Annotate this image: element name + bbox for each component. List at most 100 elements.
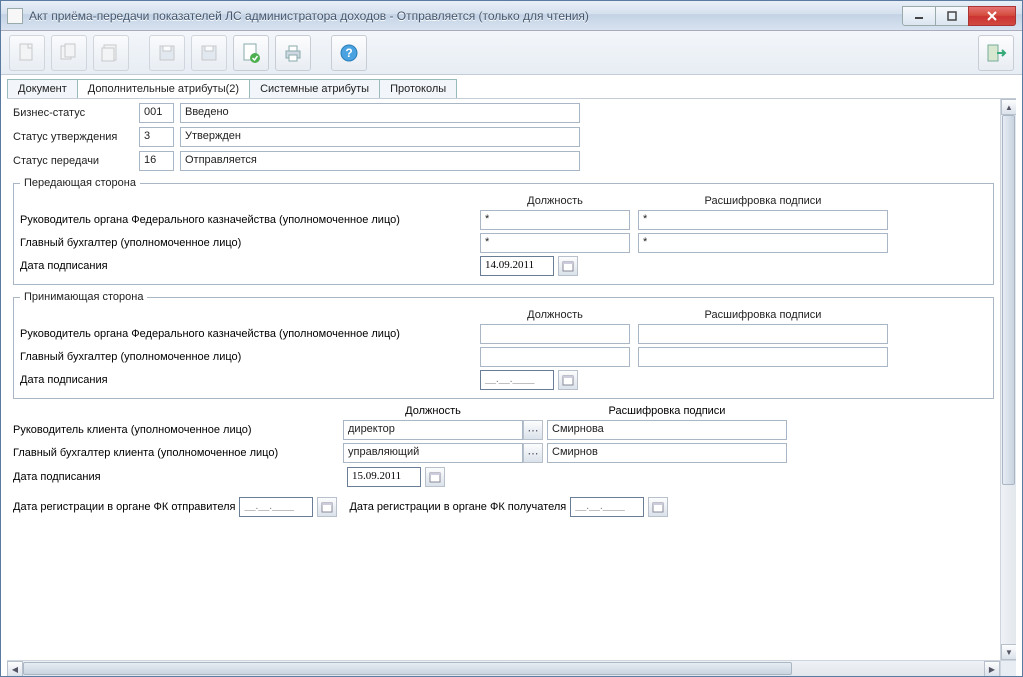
toolbar-save-close-button[interactable] <box>191 35 227 71</box>
horizontal-scroll-thumb[interactable] <box>23 662 792 675</box>
close-button[interactable] <box>968 6 1016 26</box>
minimize-button[interactable] <box>902 6 936 26</box>
transfer-status-row: Статус передачи 16 Отправляется <box>13 151 994 171</box>
help-icon: ? <box>339 43 359 63</box>
svg-text:?: ? <box>345 46 352 60</box>
receiver-head-label: Руководитель органа Федерального казначе… <box>20 328 480 340</box>
position-header-3: Должность <box>343 405 523 417</box>
client-sign-date[interactable]: 15.09.2011 <box>347 467 421 487</box>
scroll-corner <box>1000 660 1016 676</box>
tab-additional-attributes[interactable]: Дополнительные атрибуты(2) <box>77 79 250 98</box>
registration-row: Дата регистрации в органе ФК отправителя… <box>13 497 994 517</box>
sender-accountant-position[interactable]: * <box>480 233 630 253</box>
business-status-label: Бизнес-статус <box>13 107 133 119</box>
window: Акт приёма-передачи показателей ЛС админ… <box>0 0 1023 677</box>
sender-head-label: Руководитель органа Федерального казначе… <box>20 214 480 226</box>
receiver-legend: Принимающая сторона <box>20 291 147 303</box>
reg-receiver-date[interactable]: __.__.____ <box>570 497 644 517</box>
approval-status-label: Статус утверждения <box>13 131 133 143</box>
minimize-icon <box>914 11 924 21</box>
sender-accountant-signature[interactable]: * <box>638 233 888 253</box>
receiver-sign-date[interactable]: __.__.____ <box>480 370 554 390</box>
sender-sign-date-picker[interactable] <box>558 256 578 276</box>
tab-system-attributes[interactable]: Системные атрибуты <box>249 79 380 98</box>
calendar-icon <box>562 260 574 272</box>
window-controls <box>903 6 1016 26</box>
toolbar-help-button[interactable]: ? <box>331 35 367 71</box>
document-icon <box>7 8 23 24</box>
client-accountant-lookup-button[interactable]: ⋯ <box>523 443 543 463</box>
client-head-label: Руководитель клиента (уполномоченное лиц… <box>13 424 343 436</box>
receiver-group: Принимающая сторона Должность Расшифровк… <box>13 291 994 399</box>
receiver-accountant-position[interactable] <box>480 347 630 367</box>
reg-sender-label: Дата регистрации в органе ФК отправителя <box>13 501 235 513</box>
toolbar-check-button[interactable] <box>233 35 269 71</box>
horizontal-scrollbar[interactable]: ◀ ▶ <box>7 660 1000 676</box>
client-accountant-position[interactable]: управляющий <box>343 443 523 463</box>
maximize-button[interactable] <box>935 6 969 26</box>
receiver-sign-date-label: Дата подписания <box>20 374 480 386</box>
maximize-icon <box>947 11 957 21</box>
toolbar-print-button[interactable] <box>275 35 311 71</box>
vertical-scrollbar[interactable]: ▲ ▼ <box>1000 99 1016 660</box>
position-header: Должность <box>480 195 630 207</box>
sender-group: Передающая сторона Должность Расшифровка… <box>13 177 994 285</box>
reg-receiver-date-picker[interactable] <box>648 497 668 517</box>
page-icon <box>17 42 37 64</box>
client-sign-date-row: Дата подписания 15.09.2011 <box>13 467 994 487</box>
calendar-icon <box>562 374 574 386</box>
client-head-signature[interactable]: Смирнова <box>547 420 787 440</box>
sender-sign-date[interactable]: 14.09.2011 <box>480 256 554 276</box>
titlebar: Акт приёма-передачи показателей ЛС админ… <box>1 1 1022 31</box>
tab-strip: Документ Дополнительные атрибуты(2) Сист… <box>1 75 1022 98</box>
sender-sign-date-label: Дата подписания <box>20 260 480 272</box>
client-accountant-signature[interactable]: Смирнов <box>547 443 787 463</box>
reg-sender-date[interactable]: __.__.____ <box>239 497 313 517</box>
approval-status-code[interactable]: 3 <box>139 127 174 147</box>
sender-legend: Передающая сторона <box>20 177 140 189</box>
printer-icon <box>282 43 304 63</box>
sender-head-position[interactable]: * <box>480 210 630 230</box>
transfer-status-label: Статус передачи <box>13 155 133 167</box>
content-area: Бизнес-статус 001 Введено Статус утвержд… <box>7 98 1016 676</box>
receiver-accountant-label: Главный бухгалтер (уполномоченное лицо) <box>20 351 480 363</box>
reg-sender-date-picker[interactable] <box>317 497 337 517</box>
business-status-code[interactable]: 001 <box>139 103 174 123</box>
toolbar-exit-button[interactable] <box>978 35 1014 71</box>
page-check-icon <box>241 42 261 64</box>
calendar-icon <box>429 471 441 483</box>
form-content: Бизнес-статус 001 Введено Статус утвержд… <box>7 99 1000 660</box>
sender-accountant-label: Главный бухгалтер (уполномоченное лицо) <box>20 237 480 249</box>
approval-status-text[interactable]: Утвержден <box>180 127 580 147</box>
save-close-icon <box>199 43 219 63</box>
transfer-status-text[interactable]: Отправляется <box>180 151 580 171</box>
receiver-accountant-signature[interactable] <box>638 347 888 367</box>
calendar-icon <box>652 501 664 513</box>
scroll-right-button[interactable]: ▶ <box>984 661 1000 676</box>
signature-header-2: Расшифровка подписи <box>638 309 888 321</box>
reg-receiver-label: Дата регистрации в органе ФК получателя <box>349 501 566 513</box>
toolbar-template-button[interactable] <box>93 35 129 71</box>
receiver-head-signature[interactable] <box>638 324 888 344</box>
close-icon <box>986 10 998 22</box>
toolbar-copy-button[interactable] <box>51 35 87 71</box>
tab-protocols[interactable]: Протоколы <box>379 79 457 98</box>
calendar-icon <box>321 501 333 513</box>
transfer-status-code[interactable]: 16 <box>139 151 174 171</box>
receiver-head-position[interactable] <box>480 324 630 344</box>
template-icon <box>100 42 122 64</box>
vertical-scroll-thumb[interactable] <box>1002 115 1015 485</box>
scroll-left-button[interactable]: ◀ <box>7 661 23 676</box>
receiver-sign-date-picker[interactable] <box>558 370 578 390</box>
scroll-down-button[interactable]: ▼ <box>1001 644 1016 660</box>
sender-head-signature[interactable]: * <box>638 210 888 230</box>
scroll-up-button[interactable]: ▲ <box>1001 99 1016 115</box>
window-title: Акт приёма-передачи показателей ЛС админ… <box>29 9 903 23</box>
client-head-lookup-button[interactable]: ⋯ <box>523 420 543 440</box>
client-sign-date-picker[interactable] <box>425 467 445 487</box>
business-status-text[interactable]: Введено <box>180 103 580 123</box>
toolbar-save-button[interactable] <box>149 35 185 71</box>
toolbar-new-button[interactable] <box>9 35 45 71</box>
tab-document[interactable]: Документ <box>7 79 78 98</box>
client-head-position[interactable]: директор <box>343 420 523 440</box>
